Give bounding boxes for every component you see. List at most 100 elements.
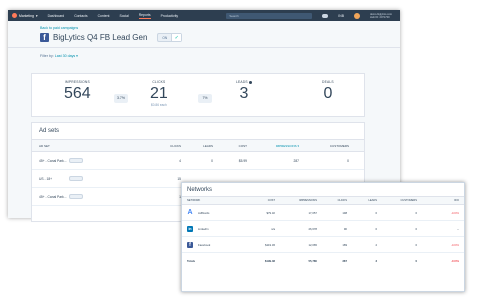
ad-set-impressions: 287: [293, 158, 299, 163]
back-link[interactable]: Back to paid campaigns: [40, 26, 368, 30]
nav-social[interactable]: Social: [119, 14, 128, 18]
table-row[interactable]: f Facebook $119.36 12,065 189 2 0 -100%: [182, 237, 464, 253]
table-row[interactable]: A AdWords $79.32 17,057 198 0 0 -100%: [182, 205, 464, 221]
chevron-down-icon: ▾: [76, 54, 78, 58]
network-clicks: 189: [342, 242, 347, 247]
col-impressions[interactable]: IMPRESSIONS ▾: [247, 144, 299, 148]
network-cell: A AdWords: [187, 209, 241, 216]
linkedin-icon: in: [187, 225, 193, 232]
account-label: INB: [338, 13, 344, 18]
col-leads[interactable]: LEADS: [181, 144, 213, 148]
date-range-filter[interactable]: Last 30 days: [55, 54, 75, 58]
ad-sets-header: AD SET CLICKS LEADS COST IMPRESSIONS ▾ C…: [32, 140, 364, 152]
clicks-value: 21: [150, 85, 168, 102]
col-cost[interactable]: COST: [213, 144, 247, 148]
network-roi: -100%: [450, 210, 459, 215]
network-cost: $79.32: [266, 210, 275, 215]
total-clicks: 387: [342, 258, 347, 263]
clicks-cost-each: $0.86 each: [151, 103, 167, 107]
nav-productivity[interactable]: Productivity: [161, 14, 179, 18]
ad-set-toggle[interactable]: [69, 175, 149, 182]
info-icon[interactable]: [248, 80, 252, 84]
total-cost: $199.48: [264, 258, 275, 263]
facebook-icon: f: [40, 33, 49, 42]
toggle-switch[interactable]: [69, 157, 83, 163]
col-ad-set[interactable]: AD SET: [39, 144, 69, 148]
network-customers: 0: [415, 242, 417, 247]
funnel-summary: IMPRESSIONS 564 3.7% CLICKS 21 $0.86 eac…: [31, 73, 365, 117]
col-clicks[interactable]: CLICKS: [149, 144, 181, 148]
leads-label-text: LEADS: [236, 80, 248, 84]
page-header: Back to paid campaigns f BigLytics Q4 FB…: [8, 21, 400, 42]
stat-leads: LEADS 3: [236, 80, 252, 102]
network-cost: n/a: [271, 226, 275, 231]
toggle-switch[interactable]: [69, 193, 83, 199]
stat-impressions: IMPRESSIONS 564: [64, 80, 91, 102]
network-leads: 0: [375, 226, 377, 231]
network-name: LinkedIn: [198, 226, 209, 231]
ad-set-name[interactable]: 45+ - Canal Park...: [39, 195, 69, 199]
col-impressions[interactable]: IMPRESSIONS: [275, 199, 317, 202]
nav-dashboard[interactable]: Dashboard: [48, 14, 65, 18]
total-customers: 0: [415, 258, 417, 263]
account-hub-id: Hub ID: 2071700: [370, 15, 390, 19]
ad-set-toggle[interactable]: [69, 157, 149, 164]
search-input[interactable]: Search: [226, 12, 313, 19]
ad-set-clicks: 4: [179, 158, 181, 163]
sprocket-logo-icon: [12, 13, 17, 18]
deals-label: DEALS: [322, 80, 334, 84]
toggle-switch[interactable]: [69, 175, 83, 181]
table-row[interactable]: in LinkedIn n/a 26,678 90 0 0 --: [182, 221, 464, 237]
total-roi: -100%: [450, 258, 459, 263]
table-row[interactable]: 45+ - Canal Park... 4 0 $5.99 287 0: [32, 152, 364, 170]
check-icon: ✓: [171, 34, 182, 41]
networks-panel: Networks NETWORK COST IMPRESSIONS CLICKS…: [181, 182, 465, 292]
ad-set-clicks: 15: [177, 176, 181, 181]
account-info[interactable]: demo.biglytics.com Hub ID: 2071700: [370, 13, 396, 19]
deals-value: 0: [323, 85, 333, 102]
brand-menu[interactable]: Marketing ▾: [12, 13, 38, 18]
network-cell: f Facebook: [187, 241, 241, 248]
ad-set-name[interactable]: 45+ - Canal Park...: [39, 159, 69, 163]
col-leads[interactable]: LEADS: [347, 199, 377, 202]
total-leads: 3: [375, 258, 377, 263]
nav-reports[interactable]: Reports: [138, 13, 151, 19]
network-impressions: 12,065: [308, 242, 317, 247]
col-roi[interactable]: ROI: [417, 199, 459, 202]
clicks-label: CLICKS: [152, 80, 166, 84]
network-cost: $119.36: [265, 242, 275, 247]
ad-set-name[interactable]: US - 18+: [39, 177, 69, 181]
col-cost[interactable]: COST: [241, 199, 275, 202]
total-impressions: 55,780: [308, 258, 317, 263]
campaign-toggle[interactable]: ON ✓: [157, 33, 183, 42]
networks-title: Networks: [187, 187, 213, 193]
ad-set-customers: 0: [347, 158, 349, 163]
stat-clicks: CLICKS 21 $0.86 each: [150, 80, 168, 107]
ad-set-cost: $5.99: [238, 158, 247, 163]
clicks-to-leads-rate: 7%: [198, 94, 212, 103]
network-name: AdWords: [198, 210, 210, 215]
leads-label: LEADS: [236, 80, 252, 84]
filter-label: Filter by:: [40, 54, 54, 58]
col-customers[interactable]: CUSTOMERS: [299, 144, 349, 148]
filter-row: Filter by: Last 30 days ▾: [8, 48, 400, 58]
totals-row: Totals $199.48 55,780 387 3 0 -100%: [182, 253, 464, 268]
stat-deals: DEALS 0: [322, 80, 334, 102]
nav-contacts[interactable]: Contacts: [74, 14, 87, 18]
totals-label: Totals: [187, 258, 196, 263]
ad-set-toggle[interactable]: [69, 193, 149, 200]
top-navigation: Marketing ▾ Dashboard Contacts Content S…: [8, 10, 400, 21]
ad-set-clicks: 1: [149, 195, 181, 199]
avatar[interactable]: [354, 12, 360, 19]
col-clicks[interactable]: CLICKS: [317, 199, 347, 202]
network-impressions: 26,678: [308, 226, 317, 231]
col-network[interactable]: NETWORK: [187, 199, 241, 202]
network-clicks: 198: [342, 210, 347, 215]
leads-value: 3: [239, 85, 249, 102]
nav-content[interactable]: Content: [98, 14, 110, 18]
notifications-icon[interactable]: [322, 13, 329, 18]
network-cell: in LinkedIn: [187, 225, 241, 232]
col-customers[interactable]: CUSTOMERS: [377, 199, 417, 202]
impressions-to-clicks-rate: 3.7%: [114, 94, 128, 103]
network-leads: 2: [375, 242, 377, 247]
